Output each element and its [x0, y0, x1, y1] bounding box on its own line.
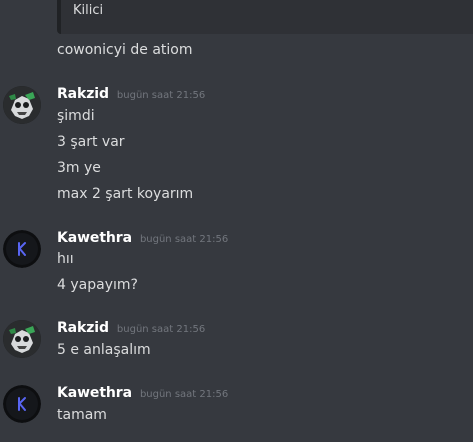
username[interactable]: Rakzid — [57, 86, 109, 102]
message-header: Rakzid bugün saat 21:56 — [57, 320, 205, 336]
message-text: hıı — [57, 251, 74, 267]
skull-mask-avatar-icon — [3, 86, 41, 124]
timestamp[interactable]: bugün saat 21:56 — [140, 389, 228, 400]
letter-k-avatar-icon — [3, 230, 41, 268]
user-avatar[interactable] — [3, 320, 41, 358]
user-avatar[interactable] — [3, 86, 41, 124]
message-text: 4 yapayım? — [57, 277, 138, 293]
skull-mask-avatar-icon — [3, 320, 41, 358]
message-text: 3m ye — [57, 160, 101, 176]
message-text: max 2 şart koyarım — [57, 186, 194, 202]
message-text: 5 e anlaşalım — [57, 342, 151, 358]
embed-text: Kilici — [73, 3, 104, 18]
message-text: tamam — [57, 407, 107, 423]
message-header: Kawethra bugün saat 21:56 — [57, 385, 228, 401]
message-text: şimdi — [57, 108, 95, 124]
message-text: 3 şart var — [57, 134, 125, 150]
username[interactable]: Kawethra — [57, 230, 132, 246]
message-text: cowonicyi de atiom — [57, 42, 193, 58]
message-embed[interactable]: Kilici — [57, 0, 473, 34]
letter-k-avatar-icon — [3, 385, 41, 423]
user-avatar[interactable] — [3, 385, 41, 423]
message-header: Kawethra bugün saat 21:56 — [57, 230, 228, 246]
timestamp[interactable]: bugün saat 21:56 — [140, 234, 228, 245]
user-avatar[interactable] — [3, 230, 41, 268]
username[interactable]: Kawethra — [57, 385, 132, 401]
timestamp[interactable]: bugün saat 21:56 — [117, 324, 205, 335]
message-header: Rakzid bugün saat 21:56 — [57, 86, 205, 102]
username[interactable]: Rakzid — [57, 320, 109, 336]
timestamp[interactable]: bugün saat 21:56 — [117, 90, 205, 101]
